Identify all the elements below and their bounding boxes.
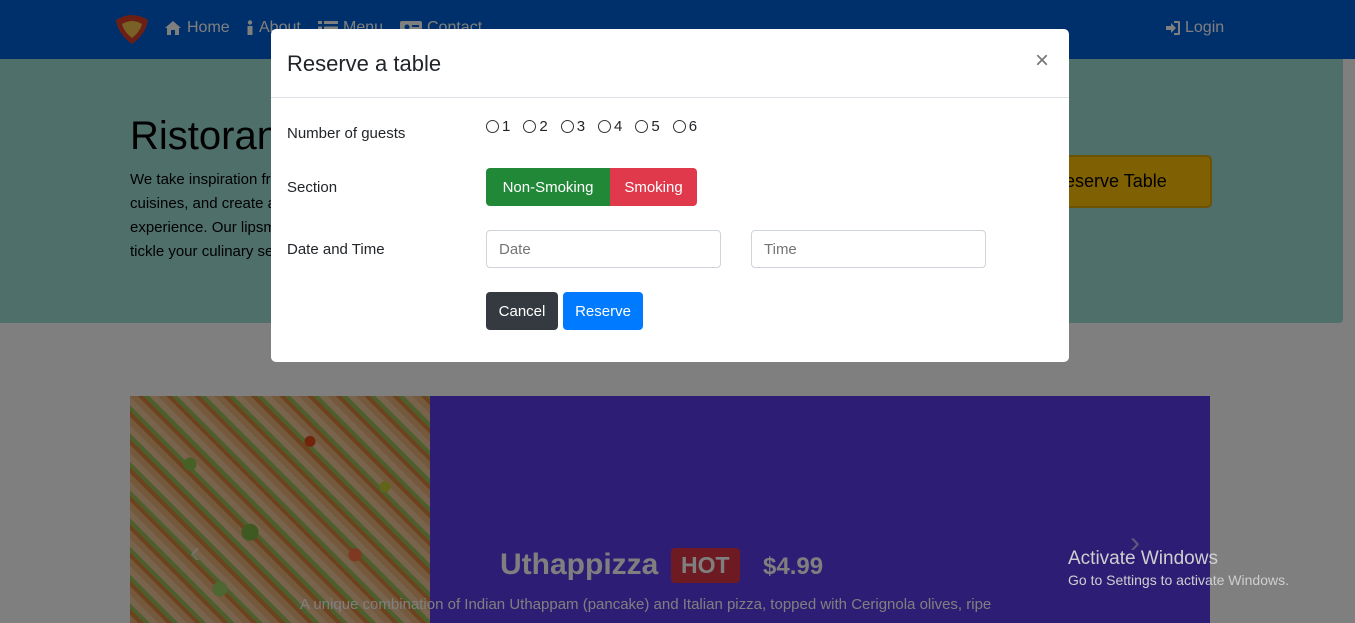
close-icon[interactable]: × [1035, 47, 1049, 75]
radio-circle-icon[interactable] [635, 120, 649, 133]
guest-option-5[interactable]: 5 [635, 118, 660, 135]
guest-option-6[interactable]: 6 [672, 118, 698, 135]
guest-option-label: 3 [576, 118, 586, 135]
guest-option-4[interactable]: 4 [598, 118, 622, 135]
guest-option-label: 5 [651, 118, 660, 135]
datetime-label: Date and Time [287, 241, 385, 258]
radio-circle-icon[interactable] [560, 120, 574, 133]
radio-circle-icon[interactable] [598, 120, 612, 133]
guests-label: Number of guests [287, 125, 406, 142]
smoking-button[interactable]: Smoking [610, 168, 697, 206]
watermark-title: Activate Windows [1068, 548, 1218, 569]
guest-option-label: 2 [539, 118, 548, 135]
guest-option-3[interactable]: 3 [560, 118, 586, 135]
reserve-modal: Reserve a table × Number of guests 1 2 3… [271, 29, 1069, 362]
section-label: Section [287, 179, 338, 196]
radio-circle-icon[interactable] [672, 120, 686, 133]
guest-option-label: 6 [688, 118, 698, 135]
guest-option-label: 1 [502, 118, 511, 135]
watermark-subtitle: Go to Settings to activate Windows. [1068, 572, 1289, 588]
guest-option-1[interactable]: 1 [486, 118, 510, 135]
cancel-button[interactable]: Cancel [486, 292, 558, 330]
activate-windows-watermark: Activate Windows Go to Settings to activ… [1068, 548, 1289, 588]
time-input[interactable] [751, 230, 986, 268]
section-button-group: Non-Smoking Smoking [486, 168, 697, 206]
radio-circle-icon[interactable] [523, 120, 537, 133]
guest-option-label: 4 [614, 118, 623, 135]
date-input[interactable] [486, 230, 721, 268]
guests-radio-group: 1 2 3 4 5 6 [486, 118, 697, 135]
non-smoking-button[interactable]: Non-Smoking [486, 168, 610, 206]
guest-option-2[interactable]: 2 [523, 118, 548, 135]
radio-circle-icon[interactable] [486, 120, 499, 133]
modal-title: Reserve a table [287, 51, 442, 76]
reserve-button[interactable]: Reserve [563, 292, 643, 330]
modal-header: Reserve a table × [271, 29, 1069, 98]
